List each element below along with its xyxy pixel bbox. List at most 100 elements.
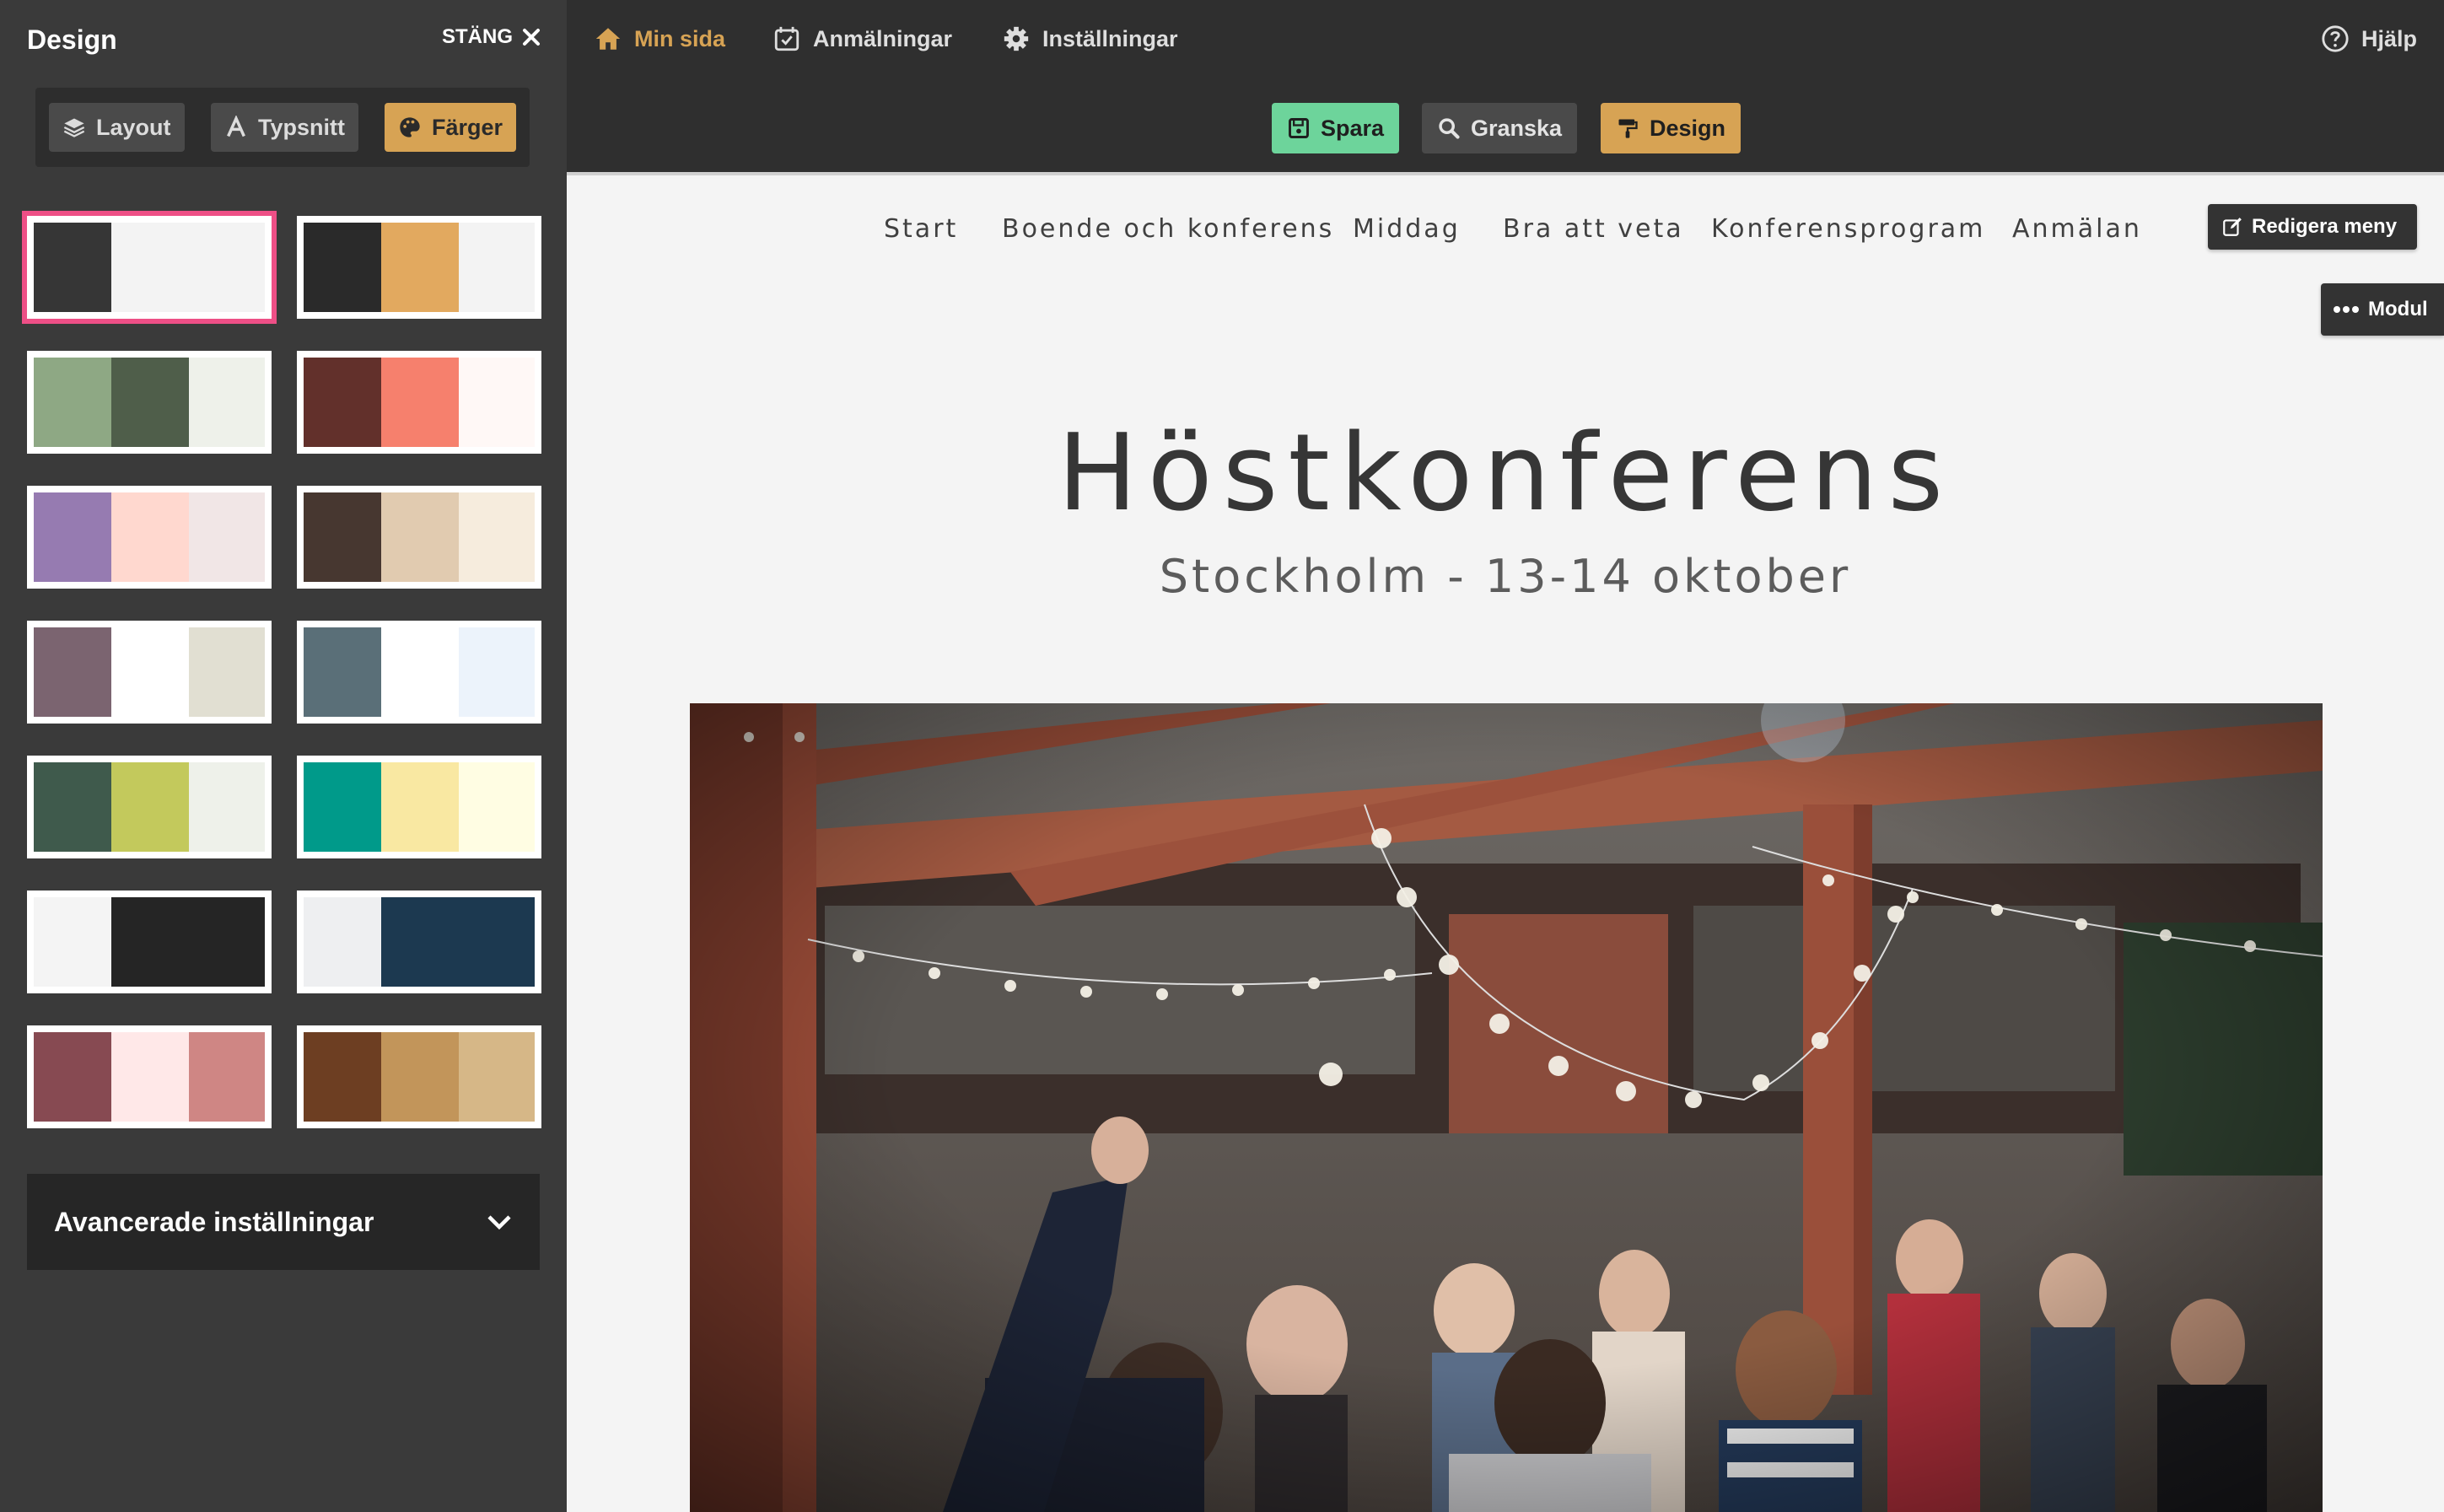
color-palette-12[interactable] <box>297 891 541 993</box>
palette-color <box>111 223 189 312</box>
palette-color <box>189 1032 265 1122</box>
hero-image <box>690 703 2323 1512</box>
menu-link-bra-att-veta[interactable]: Bra att veta <box>1503 214 1684 244</box>
menu-link-middag[interactable]: Middag <box>1353 214 1461 244</box>
nav-label: Anmälningar <box>813 25 953 51</box>
tab-layout[interactable]: Layout <box>49 103 185 152</box>
gear-icon <box>1004 26 1029 51</box>
home-icon <box>595 28 621 50</box>
tab-label: Typsnitt <box>258 114 345 140</box>
color-palette-2[interactable] <box>297 216 541 319</box>
tab-farger[interactable]: Färger <box>385 103 517 152</box>
color-palette-9[interactable] <box>27 756 272 858</box>
help-link[interactable]: Hjälp <box>2321 24 2417 53</box>
advanced-settings-label: Avancerade inställningar <box>54 1206 374 1237</box>
color-palette-6[interactable] <box>297 486 541 589</box>
palette-color <box>459 492 535 582</box>
page-title: Höstkonferens <box>1057 411 1954 535</box>
advanced-settings-toggle[interactable]: Avancerade inställningar <box>27 1174 540 1270</box>
palette-color <box>189 897 265 987</box>
palette-color <box>459 223 535 312</box>
palette-color <box>34 897 111 987</box>
nav-min-sida[interactable]: Min sida <box>594 24 725 53</box>
palette-color <box>34 1032 111 1122</box>
page-subtitle: Stockholm - 13-14 oktober <box>1159 550 1852 603</box>
tab-label: Färger <box>432 114 503 140</box>
page-preview: Start Boende och konferens Middag Bra at… <box>567 179 2444 1512</box>
palette-color <box>111 897 189 987</box>
close-button[interactable]: STÄNG <box>442 25 541 49</box>
search-icon <box>1439 118 1460 139</box>
color-palette-10[interactable] <box>297 756 541 858</box>
color-palette-11[interactable] <box>27 891 272 993</box>
palette-color <box>381 1032 459 1122</box>
color-palette-8[interactable] <box>297 621 541 724</box>
menu-link-konferensprogram[interactable]: Konferensprogram <box>1711 214 1985 244</box>
save-button[interactable]: Spara <box>1272 103 1400 153</box>
design-tabs: Layout Typsnitt Färger <box>35 88 530 167</box>
palette-color <box>111 492 189 582</box>
nav-label: Min sida <box>634 25 726 51</box>
edit-menu-button[interactable]: Redigera meny <box>2208 204 2417 250</box>
top-bar: Min sida Anmälningar Inställningar Hjälp… <box>567 0 2444 175</box>
palette-color <box>304 897 381 987</box>
palette-color <box>381 897 459 987</box>
layers-icon <box>63 118 85 137</box>
palette-color <box>34 762 111 852</box>
nav-installningar[interactable]: Inställningar <box>1002 24 1178 53</box>
save-label: Spara <box>1321 115 1385 141</box>
palette-color <box>34 358 111 447</box>
palette-color <box>304 492 381 582</box>
palette-color <box>189 492 265 582</box>
palette-color <box>304 223 381 312</box>
menu-link-boende[interactable]: Boende och konferens <box>1002 214 1334 244</box>
color-palette-7[interactable] <box>27 621 272 724</box>
palette-color <box>189 762 265 852</box>
save-icon <box>1289 118 1309 138</box>
help-label: Hjälp <box>2361 25 2418 51</box>
color-palette-13[interactable] <box>27 1025 272 1128</box>
palette-color <box>459 897 535 987</box>
palette-color <box>34 627 111 717</box>
palette-color <box>381 223 459 312</box>
nav-anmalningar[interactable]: Anmälningar <box>772 24 952 53</box>
preview-button[interactable]: Granska <box>1422 103 1578 153</box>
palette-color <box>381 762 459 852</box>
close-icon <box>523 29 540 46</box>
palette-color <box>189 358 265 447</box>
color-palette-5[interactable] <box>27 486 272 589</box>
preview-label: Granska <box>1471 115 1563 141</box>
palette-color <box>459 358 535 447</box>
palette-color <box>189 223 265 312</box>
color-palette-1[interactable] <box>22 211 277 324</box>
palette-color <box>381 627 459 717</box>
menu-link-start[interactable]: Start <box>884 214 958 244</box>
palette-color <box>189 627 265 717</box>
palette-color <box>381 492 459 582</box>
palette-color <box>111 358 189 447</box>
edit-menu-label: Redigera meny <box>2252 215 2398 238</box>
color-palette-14[interactable] <box>297 1025 541 1128</box>
palette-color <box>459 627 535 717</box>
calendar-check-icon <box>774 26 799 51</box>
palette-icon <box>400 117 420 137</box>
palette-color <box>111 762 189 852</box>
tab-typsnitt[interactable]: Typsnitt <box>211 103 358 152</box>
color-palette-3[interactable] <box>27 351 272 454</box>
palette-color <box>304 762 381 852</box>
paint-roller-icon <box>1618 119 1638 138</box>
nav-label: Inställningar <box>1042 25 1178 51</box>
close-label: STÄNG <box>442 25 513 48</box>
more-dots-icon <box>2334 306 2359 313</box>
design-label: Design <box>1650 115 1726 141</box>
color-palette-4[interactable] <box>297 351 541 454</box>
design-sidebar: Design STÄNG Layout Typsnitt Färger Avan… <box>0 0 567 1512</box>
palette-color <box>304 1032 381 1122</box>
palette-color <box>304 627 381 717</box>
menu-link-anmalan[interactable]: Anmälan <box>2012 214 2142 244</box>
design-button[interactable]: Design <box>1601 103 1741 153</box>
help-icon <box>2322 25 2349 52</box>
palette-color <box>34 223 111 312</box>
sidebar-title: Design <box>27 24 117 55</box>
module-button[interactable]: Modul <box>2321 283 2444 336</box>
